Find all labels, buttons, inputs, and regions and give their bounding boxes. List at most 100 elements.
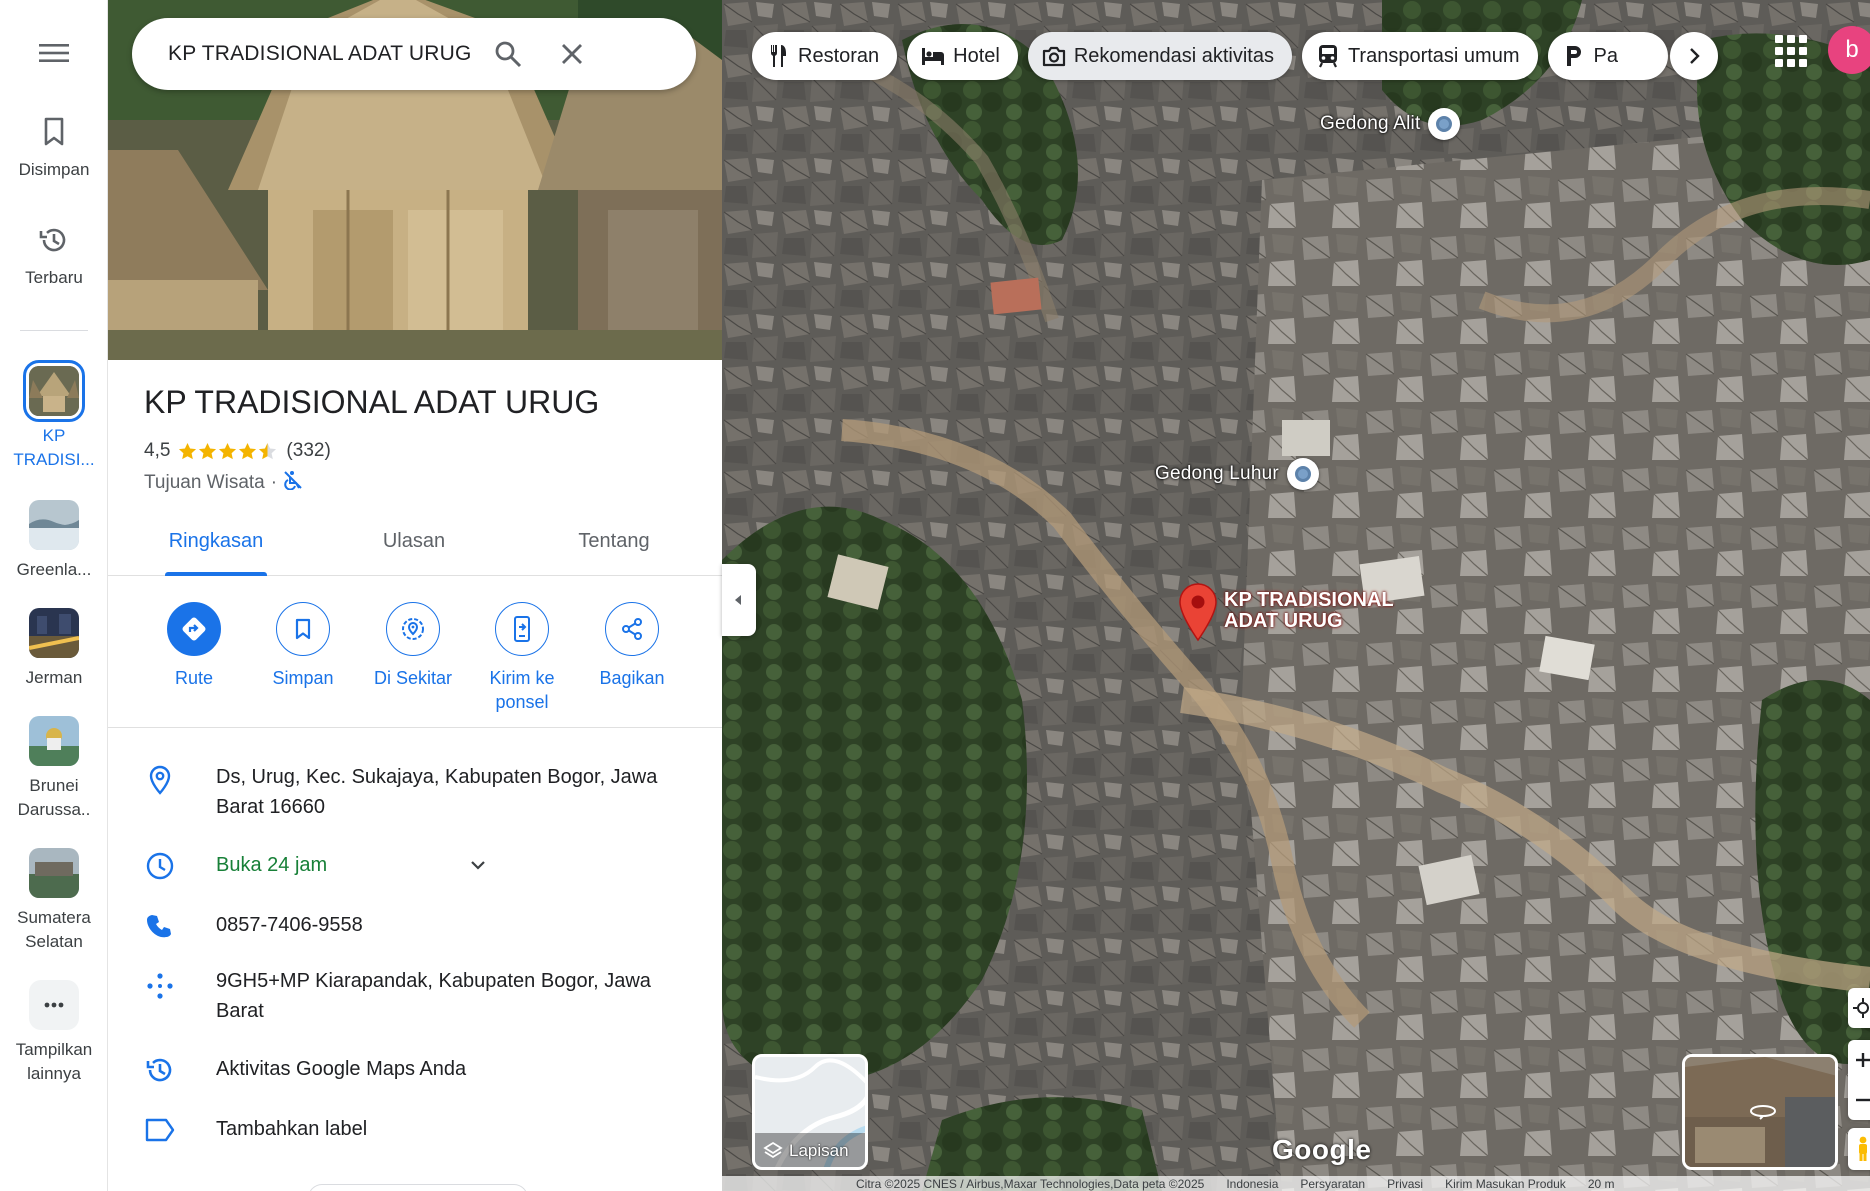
layers-icon: [763, 1141, 783, 1161]
add-label-text: Tambahkan label: [216, 1118, 368, 1140]
selected-place-label[interactable]: KP TRADISIONAL ADAT URUG: [1224, 590, 1424, 632]
menu-icon[interactable]: [32, 38, 76, 68]
hours-row[interactable]: Buka 24 jam: [108, 850, 722, 890]
chip-label: Hotel: [953, 44, 1000, 67]
chevron-down-icon[interactable]: [470, 858, 486, 876]
history-icon: [34, 220, 74, 260]
zoom-in-icon[interactable]: [1855, 1040, 1870, 1080]
search-box[interactable]: KP TRADISIONAL ADAT URUG: [132, 18, 696, 90]
close-icon[interactable]: [554, 36, 590, 72]
send-to-phone-label: Kirim ke ponsel: [489, 668, 555, 712]
tab-ringkasan[interactable]: Ringkasan: [138, 530, 294, 576]
poi-marker-icon: [1286, 458, 1319, 490]
bookmark-icon: [34, 112, 74, 152]
chip-label: Transportasi umum: [1347, 44, 1520, 67]
chip-hotel[interactable]: Hotel: [907, 32, 1018, 80]
plus-code-row[interactable]: 9GH5+MP Kiarapandak, Kabupaten Bogor, Ja…: [108, 966, 722, 1030]
recent-item-brunei[interactable]: Brunei Darussa..: [0, 716, 108, 822]
show-more-label: Tampilkan lainnya: [15, 1040, 93, 1083]
feedback-link[interactable]: Kirim Masukan Produk: [1445, 1177, 1566, 1191]
tab-ulasan[interactable]: Ulasan: [308, 530, 520, 576]
chip-label: Pa: [1593, 44, 1618, 67]
search-icon[interactable]: [490, 36, 526, 72]
tab-tentang[interactable]: Tentang: [508, 530, 720, 576]
recent-label: Greenla...: [16, 560, 92, 579]
phone-row[interactable]: 0857-7406-9558: [108, 910, 722, 950]
camera-icon: [1042, 44, 1066, 68]
star-icon: [219, 442, 237, 459]
chip-label: Restoran: [798, 44, 880, 67]
half-star-icon: [259, 442, 277, 459]
privacy-link[interactable]: Privasi: [1387, 1177, 1423, 1191]
terms-link[interactable]: Persyaratan: [1300, 1177, 1365, 1191]
poi-gedong-alit[interactable]: Gedong Alit: [1320, 108, 1461, 140]
scale-label[interactable]: 20 m: [1588, 1177, 1615, 1191]
avatar[interactable]: b: [1828, 26, 1870, 74]
directions-label: Rute: [174, 668, 214, 688]
search-input[interactable]: KP TRADISIONAL ADAT URUG: [168, 42, 472, 66]
no-wheelchair-icon: [283, 470, 303, 496]
star-rating: [178, 442, 278, 461]
place-tabs: Ringkasan Ulasan Tentang: [108, 520, 722, 576]
pin-label-line: KP TRADISIONAL: [1224, 589, 1394, 611]
category-row: Tujuan Wisata ·: [144, 470, 303, 496]
recent-item-greenland[interactable]: Greenla...: [0, 500, 108, 582]
send-to-phone-button[interactable]: Kirim ke ponsel: [467, 602, 577, 714]
hours-text: Buka 24 jam: [216, 854, 328, 876]
street-view-thumbnail[interactable]: [1682, 1054, 1838, 1170]
save-label: Simpan: [272, 668, 334, 688]
clock-icon: [144, 850, 176, 882]
chip-parkir[interactable]: Pa: [1547, 32, 1668, 80]
layers-button[interactable]: Lapisan: [752, 1054, 868, 1170]
pegman-icon[interactable]: [1848, 1128, 1870, 1170]
recent-thumbnail: [29, 848, 79, 898]
recent-thumbnail: [29, 608, 79, 658]
collapse-panel-button[interactable]: [722, 564, 756, 636]
recent-item-kp-tradisional[interactable]: KP TRADISI...: [0, 360, 108, 472]
recent-label: Brunei Darussa..: [17, 776, 91, 819]
share-label: Bagikan: [599, 668, 665, 688]
action-buttons: Rute Simpan Di Sekitar Kirim ke ponsel B…: [108, 576, 722, 728]
selected-place-pin-icon[interactable]: [1178, 582, 1218, 647]
place-category[interactable]: Tujuan Wisata: [144, 472, 265, 494]
show-more-button[interactable]: Tampilkan lainnya: [0, 980, 108, 1086]
chip-rekomendasi-aktivitas[interactable]: Rekomendasi aktivitas: [1027, 32, 1292, 80]
region-link[interactable]: Indonesia: [1226, 1177, 1278, 1191]
recent-label: KP TRADISI...: [13, 426, 95, 469]
recent-item-sumatera-selatan[interactable]: Sumatera Selatan: [0, 848, 108, 954]
chevron-right-icon[interactable]: [1670, 32, 1718, 80]
layers-label-row: Lapisan: [763, 1141, 849, 1161]
directions-button[interactable]: Rute: [139, 602, 249, 690]
recent-thumbnail: [23, 360, 85, 422]
imagery-attribution: Citra ©2025 CNES / Airbus,Maxar Technolo…: [856, 1176, 1205, 1191]
maps-activity-text: Aktivitas Google Maps Anda: [216, 1058, 467, 1080]
chip-transportasi-umum[interactable]: Transportasi umum: [1301, 32, 1538, 80]
apps-grid-icon[interactable]: [1772, 32, 1807, 67]
add-label-row[interactable]: Tambahkan label: [108, 1114, 722, 1154]
rating-row[interactable]: 4,5 (332): [144, 440, 331, 462]
zoom-out-icon[interactable]: [1855, 1080, 1870, 1120]
recent-button[interactable]: Terbaru: [0, 220, 108, 290]
place-panel: KP TRADISIONAL ADAT URUG KP TRADISIONAL …: [108, 0, 722, 1191]
share-button[interactable]: Bagikan: [577, 602, 687, 690]
google-logo: Google: [1272, 1134, 1372, 1165]
review-count[interactable]: (332): [286, 440, 330, 462]
zoom-controls: [1848, 1040, 1870, 1120]
nearby-label: Di Sekitar: [373, 668, 453, 688]
bottom-button-edge[interactable]: [308, 1184, 528, 1191]
saved-button[interactable]: Disimpan: [0, 112, 108, 182]
my-location-icon[interactable]: [1848, 988, 1870, 1028]
chip-restoran[interactable]: Restoran: [752, 32, 898, 80]
address-row[interactable]: Ds, Urug, Kec. Sukajaya, Kabupaten Bogor…: [108, 762, 722, 826]
maps-activity-row[interactable]: Aktivitas Google Maps Anda: [108, 1054, 722, 1094]
phone-icon: [144, 910, 176, 942]
poi-gedong-luhur[interactable]: Gedong Luhur: [1155, 458, 1319, 490]
recent-item-jerman[interactable]: Jerman: [0, 608, 108, 690]
save-button[interactable]: Simpan: [248, 602, 358, 690]
share-icon: [605, 602, 659, 656]
recent-thumbnail: [29, 500, 79, 550]
address-text: Ds, Urug, Kec. Sukajaya, Kabupaten Bogor…: [216, 766, 658, 818]
map-attribution-bar: Citra ©2025 CNES / Airbus,Maxar Technolo…: [722, 1176, 1870, 1191]
history-icon: [144, 1054, 176, 1086]
nearby-button[interactable]: Di Sekitar: [358, 602, 468, 690]
